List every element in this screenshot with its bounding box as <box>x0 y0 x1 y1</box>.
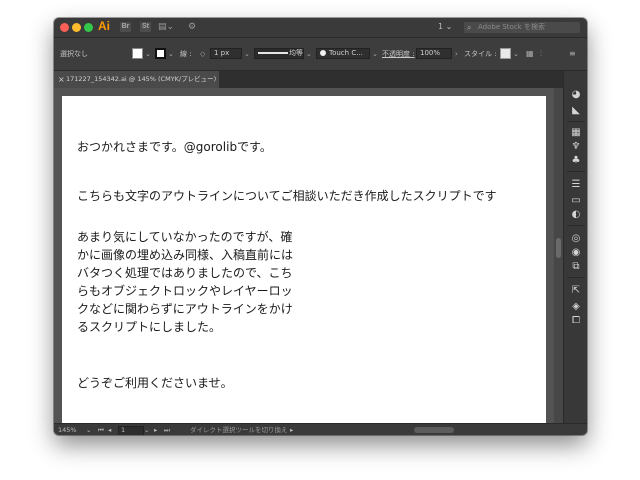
stroke-profile-dropdown-icon[interactable]: ⌄ <box>306 49 312 59</box>
panel-separator <box>567 277 585 278</box>
document-tab-bar: × 171227_154342.ai @ 145% (CMYK/プレビュー) <box>54 71 587 88</box>
opacity-value: 100% <box>420 49 441 57</box>
paragraph-line: バタつく処理ではありましたので、こち <box>77 266 293 280</box>
stroke-weight-dropdown-icon[interactable]: ⌄ <box>244 49 250 59</box>
brush-dot-icon <box>320 50 326 56</box>
arrange-documents-icon[interactable]: ▤⌄ <box>158 21 174 33</box>
brush-select[interactable]: Touch C... <box>316 48 370 59</box>
panel-separator <box>567 121 585 122</box>
panel-dock: ◕ ◣ ▦ ♆ ♣ ☰ ▭ ◐ ◎ ◉ ⧉ ⇱ ◈ ⧠ <box>563 71 587 423</box>
selection-status: 選択なし <box>60 50 88 58</box>
panel-menu-icon[interactable]: ≡ <box>569 49 576 59</box>
opacity-field[interactable]: 100% <box>416 48 452 59</box>
paragraph-line: らもオブジェクトロックやレイヤーロッ <box>77 284 293 298</box>
graphic-styles-panel-icon[interactable]: ◉ <box>570 247 582 259</box>
paragraph-line: かに画像の埋め込み同様、入稿直前には <box>77 248 294 262</box>
close-window-button[interactable] <box>60 23 69 32</box>
paragraph-line: るスクリプトにしました。 <box>77 320 222 334</box>
close-tab-icon[interactable]: × <box>58 71 65 88</box>
document-tab[interactable]: × 171227_154342.ai @ 145% (CMYK/プレビュー) <box>54 71 219 88</box>
last-artboard-icon[interactable]: ⏭ <box>164 425 170 435</box>
stroke-profile-label: 均等 <box>289 49 303 57</box>
previous-artboard-icon[interactable]: ◂ <box>108 425 111 435</box>
panel-separator <box>567 171 585 172</box>
opacity-label[interactable]: 不透明度 : <box>382 49 415 59</box>
align-icon[interactable]: ⫶ <box>540 49 542 59</box>
text-line-intro[interactable]: こちらも文字のアウトラインについてご相談いただき作成したスクリプトです <box>77 187 497 205</box>
paragraph-line: クなどに関わらずにアウトラインをかけ <box>77 302 293 316</box>
app-logo: Ai <box>98 19 110 33</box>
stock-search-placeholder: Adobe Stock を検索 <box>478 23 545 31</box>
color-guide-icon[interactable]: ◣ <box>570 105 582 117</box>
style-label: スタイル : <box>464 50 497 58</box>
stroke-weight-value: 1 px <box>214 49 230 57</box>
layers-panel-icon[interactable]: ◈ <box>570 301 582 313</box>
stroke-panel-icon[interactable]: ☰ <box>570 179 582 191</box>
status-menu-icon[interactable]: ▸ <box>290 425 293 435</box>
swatches-panel-icon[interactable]: ▦ <box>570 127 582 139</box>
workspace-switcher[interactable]: 1 ⌄ <box>438 21 452 33</box>
text-line-closing[interactable]: どうぞご利用くださいませ。 <box>77 374 233 392</box>
gpu-performance-icon[interactable]: ⚙ <box>188 21 196 33</box>
next-artboard-icon[interactable]: ▸ <box>154 425 157 435</box>
artboards-panel-icon[interactable]: ⧠ <box>570 315 582 327</box>
vertical-scroll-thumb[interactable] <box>556 238 561 258</box>
document-tab-title: 171227_154342.ai @ 145% (CMYK/プレビュー) <box>66 75 217 83</box>
stroke-profile-preview <box>258 52 288 54</box>
export-panel-icon[interactable]: ⇱ <box>570 285 582 297</box>
stroke-label: 線 : <box>180 50 192 58</box>
status-bar: 145% ⌄ ⏮ ◂ 1 ⌄ ▸ ⏭ ダイレクト選択ツールを切り換え ▸ <box>54 423 587 435</box>
maximize-window-button[interactable] <box>84 23 93 32</box>
fill-dropdown-icon[interactable]: ⌄ <box>145 49 151 59</box>
graphic-style-dropdown-icon[interactable]: ⌄ <box>513 49 519 59</box>
stroke-dropdown-icon[interactable]: ⌄ <box>168 49 174 59</box>
image-trace-panel-icon[interactable]: ⧉ <box>570 261 582 273</box>
symbols-panel-icon[interactable]: ♣ <box>570 155 582 167</box>
minimize-window-button[interactable] <box>72 23 81 32</box>
brush-label: Touch C... <box>329 49 363 57</box>
panel-separator <box>567 225 585 226</box>
stroke-weight-field[interactable]: 1 px <box>210 48 242 59</box>
illustrator-window: Ai Br St ▤⌄ ⚙ 1 ⌄ ⌕ Adobe Stock を検索 選択なし… <box>54 18 587 435</box>
first-artboard-icon[interactable]: ⏮ <box>98 425 104 435</box>
zoom-dropdown-icon[interactable]: ⌄ <box>86 425 91 435</box>
document-setup-icon[interactable]: ▦ <box>526 49 534 59</box>
stroke-profile-select[interactable]: 均等 <box>254 48 304 59</box>
gradient-panel-icon[interactable]: ▭ <box>570 195 582 207</box>
control-bar: 選択なし ⌄ ⌄ 線 : ◇ 1 px ⌄ 均等 ⌄ Touch C... ⌄ … <box>54 38 587 71</box>
vertical-scrollbar[interactable] <box>554 88 563 423</box>
color-panel-icon[interactable]: ◕ <box>570 89 582 101</box>
brushes-panel-icon[interactable]: ♆ <box>570 141 582 153</box>
stock-button[interactable]: St <box>140 22 151 32</box>
title-bar: Ai Br St ▤⌄ ⚙ 1 ⌄ ⌕ Adobe Stock を検索 <box>54 18 587 38</box>
artboard[interactable]: おつかれさまです。@gorolibです。 こちらも文字のアウトラインについてご相… <box>62 96 546 424</box>
artboard-dropdown-icon[interactable]: ⌄ <box>144 425 149 435</box>
zoom-level[interactable]: 145% <box>58 425 77 435</box>
tool-status-text: ダイレクト選択ツールを切り換え <box>190 426 288 434</box>
stroke-swatch[interactable] <box>155 48 166 59</box>
text-paragraph[interactable]: あまり気にしていなかったのですが、確 かに画像の埋め込み同様、入稿直前には バタ… <box>77 228 327 336</box>
horizontal-scroll-thumb[interactable] <box>414 427 454 433</box>
brush-dropdown-icon[interactable]: ⌄ <box>372 49 378 59</box>
paragraph-line: あまり気にしていなかったのですが、確 <box>77 230 293 244</box>
artboard-number: 1 <box>121 426 126 434</box>
stroke-stepper-icon[interactable]: ◇ <box>200 49 205 59</box>
search-icon: ⌕ <box>467 23 472 32</box>
transparency-panel-icon[interactable]: ◐ <box>570 209 582 221</box>
text-line-greeting[interactable]: おつかれさまです。@gorolibです。 <box>77 138 272 156</box>
canvas-area[interactable]: おつかれさまです。@gorolibです。 こちらも文字のアウトラインについてご相… <box>54 88 563 424</box>
opacity-arrow-icon[interactable]: › <box>455 49 458 59</box>
fill-swatch[interactable] <box>132 48 143 59</box>
appearance-panel-icon[interactable]: ◎ <box>570 233 582 245</box>
bridge-button[interactable]: Br <box>120 22 131 32</box>
stock-search-input[interactable]: ⌕ Adobe Stock を検索 <box>464 22 580 33</box>
graphic-style-swatch[interactable] <box>500 48 511 59</box>
